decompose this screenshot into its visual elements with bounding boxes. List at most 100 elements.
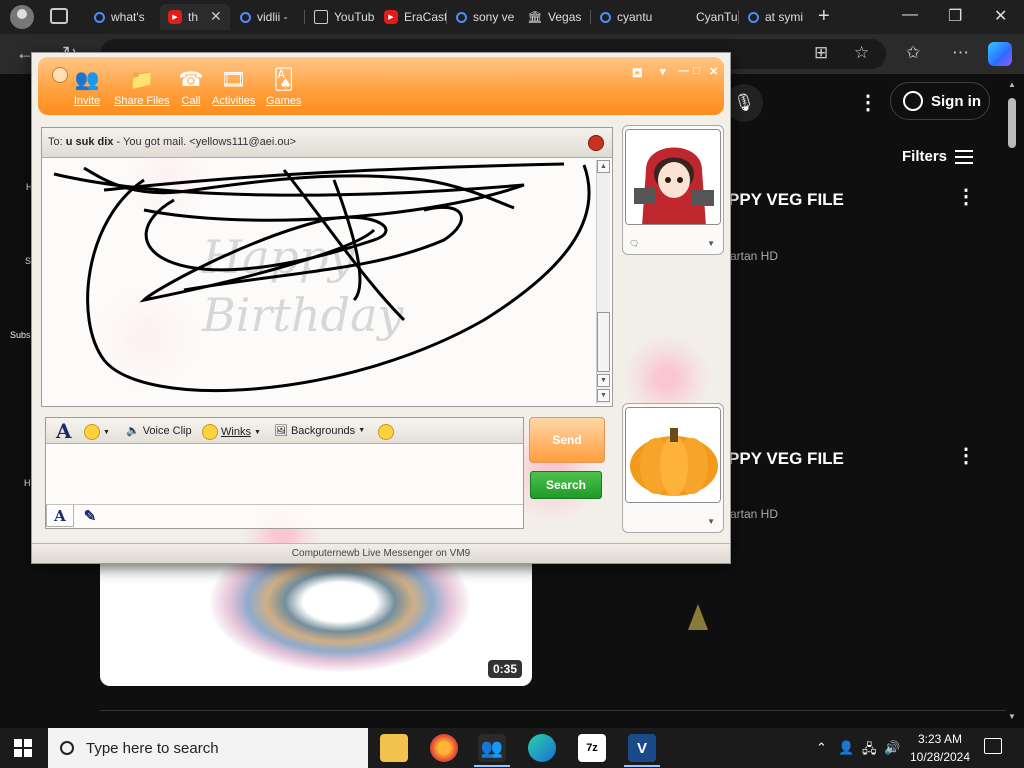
nudge-button[interactable] bbox=[378, 424, 394, 440]
taskbar-clock[interactable]: 3:23 AM 10/28/2024 bbox=[904, 730, 976, 766]
search-icon bbox=[456, 11, 467, 23]
tray-overflow-icon[interactable]: ⌃ bbox=[816, 740, 827, 756]
winks-button[interactable]: Winks ▼ bbox=[202, 424, 261, 440]
webcam-icon[interactable]: 🗨 bbox=[629, 239, 715, 248]
my-display-picture[interactable] bbox=[625, 407, 721, 503]
7zip-icon[interactable]: 7z bbox=[578, 734, 606, 762]
contact-display-picture[interactable] bbox=[625, 129, 721, 225]
tab-vegas[interactable]: 🏛 Vegas bbox=[520, 4, 590, 30]
tab-at-symbol[interactable]: at symi bbox=[740, 4, 810, 30]
tab-whats[interactable]: what's bbox=[86, 4, 164, 30]
minimize-icon[interactable]: — bbox=[902, 6, 918, 24]
taskbar-search[interactable]: Type here to search bbox=[48, 728, 368, 768]
contact-name[interactable]: u suk dix bbox=[66, 136, 114, 148]
more-menu-icon[interactable]: ⋯ bbox=[952, 43, 969, 63]
video-menu-icon[interactable]: ⋮ bbox=[956, 443, 976, 468]
tab-separator bbox=[304, 10, 305, 24]
restore-icon[interactable]: ❐ bbox=[948, 6, 962, 26]
conversation-scrollbar[interactable]: ▲ ▼ ▼ bbox=[596, 160, 610, 404]
page-scrollbar[interactable] bbox=[1008, 98, 1016, 148]
tab-separator bbox=[446, 10, 447, 24]
video-menu-icon[interactable]: ⋮ bbox=[956, 184, 976, 209]
compose-tabs: A ✎ bbox=[46, 504, 523, 528]
dropdown-icon[interactable]: ▾ bbox=[660, 65, 666, 78]
scroll-thumb[interactable] bbox=[597, 312, 610, 372]
favorite-star-icon[interactable]: ☆ bbox=[854, 43, 869, 63]
block-contact-icon[interactable] bbox=[588, 135, 604, 151]
video-thumbnail[interactable]: 0:35 bbox=[100, 562, 532, 686]
settings-kebab-icon[interactable]: ⋮ bbox=[858, 90, 878, 115]
maximize-icon[interactable]: □ bbox=[693, 65, 700, 77]
youtube-icon: ▶ bbox=[384, 10, 398, 24]
tab-vidlii[interactable]: vidlii - bbox=[232, 4, 304, 30]
close-icon[interactable]: ✕ bbox=[709, 65, 718, 78]
text-mode-tab[interactable]: A bbox=[46, 505, 74, 527]
tab-actions-icon[interactable] bbox=[50, 8, 68, 24]
tab-close-icon[interactable]: ✕ bbox=[210, 8, 222, 25]
sidebar-label[interactable]: H bbox=[24, 478, 31, 488]
messenger-icon[interactable]: 👥 bbox=[478, 734, 506, 762]
font-button[interactable]: A bbox=[56, 419, 72, 443]
scroll-end-icon[interactable]: ▼ bbox=[597, 389, 610, 402]
video-title[interactable]: PPY VEG FILE bbox=[728, 190, 844, 210]
scroll-up-icon[interactable]: ▲ bbox=[1008, 80, 1016, 89]
paint-bucket-icon[interactable]: ⛾ bbox=[632, 65, 643, 83]
sign-in-button[interactable]: Sign in bbox=[890, 82, 990, 120]
invite-icon: 👥 bbox=[74, 68, 100, 91]
bank-icon: 🏛 bbox=[527, 10, 543, 24]
chevron-down-icon[interactable]: ▼ bbox=[707, 239, 715, 248]
account-icon bbox=[903, 91, 923, 111]
minimize-icon[interactable]: — bbox=[678, 65, 689, 77]
vegas-icon[interactable]: V bbox=[628, 734, 656, 762]
favorites-icon[interactable]: ✩ bbox=[906, 43, 920, 63]
edge-icon[interactable] bbox=[528, 734, 556, 762]
emoticon-button[interactable]: ▼ bbox=[84, 424, 110, 440]
backgrounds-button[interactable]: 🖼 Backgrounds ▼ bbox=[274, 424, 366, 438]
tab-cyantu[interactable]: CyanTu bbox=[668, 4, 738, 30]
profile-icon[interactable] bbox=[10, 5, 34, 29]
folder-icon: 📁 bbox=[129, 68, 155, 91]
cards-icon: 🂡 bbox=[273, 68, 294, 91]
notifications-icon[interactable] bbox=[984, 738, 1002, 754]
send-button[interactable]: Send bbox=[529, 417, 605, 463]
close-window-icon[interactable]: ✕ bbox=[994, 6, 1007, 26]
messenger-menu-button[interactable] bbox=[52, 67, 68, 83]
message-input[interactable] bbox=[46, 445, 523, 503]
messenger-tray-icon[interactable]: 👤 bbox=[838, 740, 854, 756]
apps-icon[interactable]: ⊞ bbox=[814, 43, 828, 63]
channel-name[interactable]: artan HD bbox=[730, 507, 778, 521]
filters-button[interactable]: Filters bbox=[902, 148, 974, 165]
sidebar-label[interactable]: Subs bbox=[10, 330, 31, 340]
channel-name[interactable]: artan HD bbox=[730, 249, 778, 263]
share-files-button[interactable]: 📁 Share Files bbox=[114, 65, 170, 108]
voice-clip-button[interactable]: 🔈 Voice Clip bbox=[126, 424, 192, 438]
tab-eracast[interactable]: ▶ EraCast bbox=[376, 4, 446, 30]
search-button[interactable]: Search bbox=[530, 471, 602, 499]
video-title[interactable]: PPY VEG FILE bbox=[728, 449, 844, 469]
conversation-pane: To: u suk dix - You got mail. <yellows11… bbox=[41, 127, 613, 407]
handwriting-ink bbox=[53, 162, 591, 392]
scroll-down-icon[interactable]: ▼ bbox=[1008, 712, 1016, 721]
windows-start-icon[interactable] bbox=[14, 739, 32, 757]
scroll-down-icon[interactable]: ▼ bbox=[597, 374, 610, 387]
scroll-up-icon[interactable]: ▲ bbox=[597, 160, 610, 173]
messenger-header: 👥 Invite 📁 Share Files ☎ Call 🎞 Activiti… bbox=[38, 57, 724, 115]
nudge-icon bbox=[378, 424, 394, 440]
volume-icon[interactable]: 🔊 bbox=[884, 740, 900, 756]
games-button[interactable]: 🂡 Games bbox=[266, 65, 301, 108]
blank-icon bbox=[676, 10, 690, 24]
handwriting-mode-tab[interactable]: ✎ bbox=[76, 505, 104, 527]
network-icon[interactable]: 🖧 bbox=[862, 740, 877, 762]
invite-button[interactable]: 👥 Invite bbox=[72, 65, 102, 108]
chevron-down-icon[interactable]: ▼ bbox=[707, 517, 715, 526]
tab-cyantu-search[interactable]: cyantu bbox=[592, 4, 664, 30]
new-tab-button[interactable]: + bbox=[818, 5, 830, 28]
activities-button[interactable]: 🎞 Activities bbox=[212, 65, 255, 108]
chevron-down-icon: ▼ bbox=[358, 427, 366, 434]
tab-youtube-page[interactable]: YouTub bbox=[306, 4, 376, 30]
call-button[interactable]: ☎ Call bbox=[176, 65, 206, 108]
copilot-icon[interactable] bbox=[988, 42, 1012, 66]
file-explorer-icon[interactable] bbox=[380, 734, 408, 762]
tab-sony-vegas[interactable]: sony ve bbox=[448, 4, 520, 30]
firefox-icon[interactable] bbox=[430, 734, 458, 762]
